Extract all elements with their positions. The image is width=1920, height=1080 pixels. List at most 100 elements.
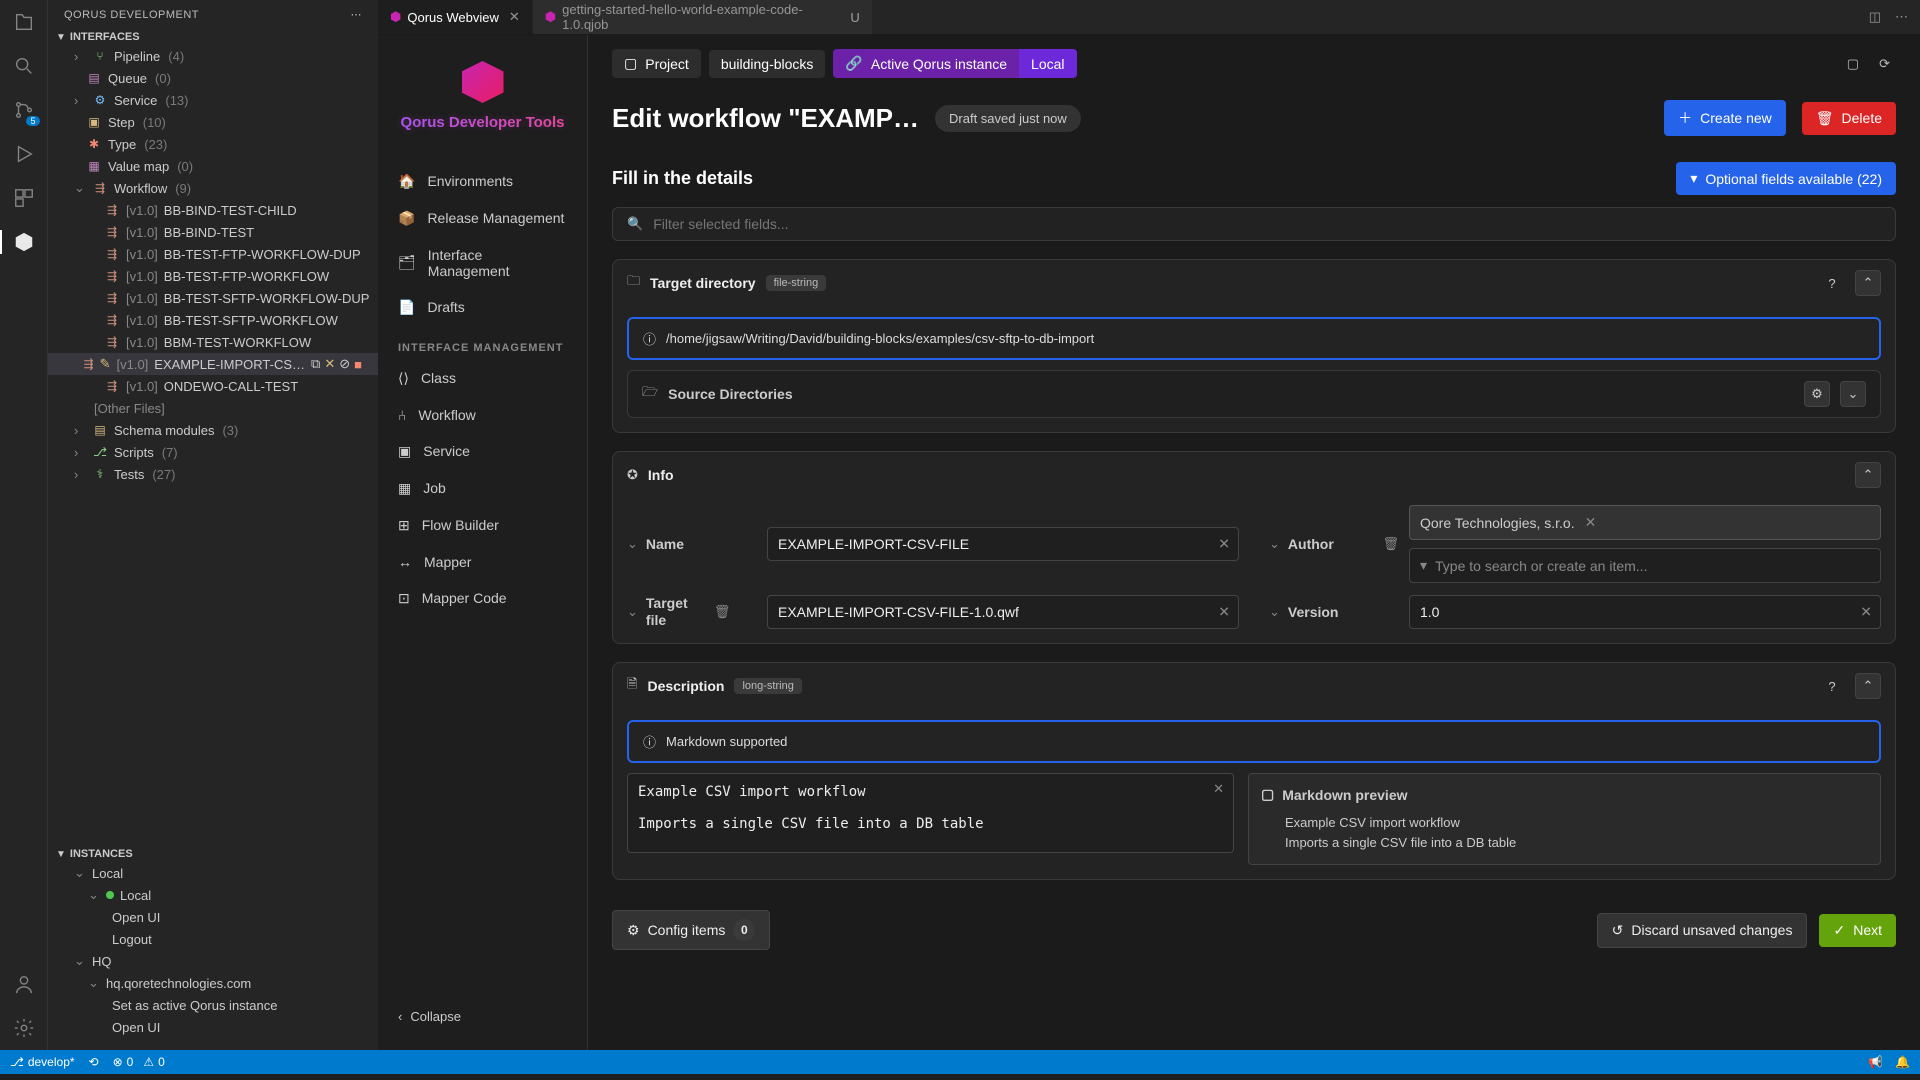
tree-item-type[interactable]: ✱Type(23) — [48, 133, 378, 155]
delete-button[interactable]: 🗑Delete — [1802, 102, 1896, 135]
crumb-active-instance[interactable]: 🔗Active Qorus instance Local — [833, 49, 1076, 78]
next-button[interactable]: ✓Next — [1819, 914, 1896, 947]
branch-indicator[interactable]: ⎇develop* — [10, 1055, 75, 1069]
explorer-icon[interactable] — [10, 8, 38, 36]
clear-icon[interactable]: ✕ — [1218, 536, 1230, 553]
instance-local-group[interactable]: ⌄Local — [48, 862, 378, 884]
qorus-icon[interactable] — [10, 228, 38, 256]
name-input[interactable]: EXAMPLE-IMPORT-CSV-FILE✕ — [767, 527, 1239, 561]
chevron-down-icon[interactable]: ⌄ — [627, 536, 638, 552]
tree-item-other-files[interactable]: [Other Files] — [48, 397, 378, 419]
instance-logout[interactable]: Logout — [48, 928, 378, 950]
source-control-icon[interactable]: 5 — [10, 96, 38, 124]
tree-item-wf-7[interactable]: ⇶✎[v1.0]EXAMPLE-IMPORT-CS…⧉✕⊘■ — [48, 353, 378, 375]
copy-icon[interactable]: ⧉ — [311, 356, 320, 372]
chevron-down-icon[interactable]: ⌄ — [1840, 381, 1866, 407]
clear-icon[interactable]: ✕ — [1213, 781, 1224, 797]
tab-qorus-webview[interactable]: ⬢ Qorus Webview ✕ — [378, 0, 533, 34]
collapse-icon[interactable]: ⌃ — [1855, 270, 1881, 296]
tree-item-wf-0[interactable]: ⇶[v1.0]BB-BIND-TEST-CHILD — [48, 199, 378, 221]
tree-item-wf-2[interactable]: ⇶[v1.0]BB-TEST-FTP-WORKFLOW-DUP — [48, 243, 378, 265]
settings-gear-icon[interactable] — [10, 1014, 38, 1042]
nav-mapper[interactable]: ↔Mapper — [378, 544, 587, 580]
instance-open-ui-2[interactable]: Open UI — [48, 1016, 378, 1038]
nav-mapper-code[interactable]: ⊡Mapper Code — [378, 580, 587, 617]
close-icon[interactable]: ✕ — [509, 9, 520, 25]
crumb-building-blocks[interactable]: building-blocks — [709, 50, 826, 78]
nav-collapse[interactable]: ‹Collapse — [378, 999, 587, 1034]
tree-item-step[interactable]: ▣Step(10) — [48, 111, 378, 133]
config-items-button[interactable]: ⚙ Config items 0 — [612, 910, 770, 950]
tree-item-workflow[interactable]: ⌄⇶Workflow(9) — [48, 177, 378, 199]
tree-item-queue[interactable]: ▤Queue(0) — [48, 67, 378, 89]
nav-environments[interactable]: 🏠Environments — [378, 163, 587, 200]
help-icon[interactable]: ? — [1819, 270, 1845, 296]
collapse-icon[interactable]: ⌃ — [1855, 673, 1881, 699]
search-icon[interactable] — [10, 52, 38, 80]
nav-class[interactable]: ⟨⟩Class — [378, 360, 587, 397]
bell-icon[interactable]: 🔔 — [1895, 1055, 1910, 1069]
tree-item-wf-1[interactable]: ⇶[v1.0]BB-BIND-TEST — [48, 221, 378, 243]
feedback-icon[interactable]: 📢 — [1868, 1055, 1883, 1069]
nav-job[interactable]: ▦Job — [378, 470, 587, 507]
create-new-button[interactable]: ＋Create new — [1664, 100, 1786, 136]
nav-drafts[interactable]: 📄Drafts — [378, 289, 587, 326]
target-file-input[interactable]: EXAMPLE-IMPORT-CSV-FILE-1.0.qwf✕ — [767, 595, 1239, 629]
instance-hq-group[interactable]: ⌄HQ — [48, 950, 378, 972]
more-actions-icon[interactable]: ⋯ — [1895, 9, 1908, 25]
gear-icon[interactable]: ⚙ — [1804, 381, 1830, 407]
instance-hq-url[interactable]: ⌄hq.qoretechnologies.com — [48, 972, 378, 994]
author-add-input[interactable]: ▾Type to search or create an item... — [1409, 548, 1881, 583]
source-directories-row[interactable]: 🗁 Source Directories ⚙ ⌄ — [627, 370, 1881, 418]
chevron-down-icon[interactable]: ⌄ — [1269, 536, 1280, 552]
close-icon[interactable]: ✕ — [324, 356, 335, 372]
remove-icon[interactable]: ✕ — [1585, 514, 1597, 531]
tree-item-wf-3[interactable]: ⇶[v1.0]BB-TEST-FTP-WORKFLOW — [48, 265, 378, 287]
tree-item-pipeline[interactable]: ›⑂Pipeline(4) — [48, 45, 378, 67]
trash-icon[interactable]: 🗑 — [1382, 536, 1399, 552]
account-icon[interactable] — [10, 970, 38, 998]
chevron-down-icon[interactable]: ⌄ — [1269, 604, 1280, 620]
tab-qjob-file[interactable]: ⬢ getting-started-hello-world-example-co… — [533, 0, 873, 34]
version-input[interactable]: 1.0✕ — [1409, 595, 1881, 629]
description-textarea[interactable] — [627, 773, 1234, 853]
instance-local[interactable]: ⌄Local — [48, 884, 378, 906]
filter-fields-input-wrap[interactable]: 🔍 — [612, 207, 1896, 241]
nav-service[interactable]: ▣Service — [378, 433, 587, 470]
tree-item-tests[interactable]: ›⚕Tests(27) — [48, 463, 378, 485]
collapse-icon[interactable]: ⌃ — [1855, 462, 1881, 488]
delete-icon[interactable]: ■ — [354, 357, 362, 372]
tree-item-wf-8[interactable]: ⇶[v1.0]ONDEWO-CALL-TEST — [48, 375, 378, 397]
more-icon[interactable]: ⋯ — [351, 8, 363, 21]
clear-icon[interactable]: ✕ — [1860, 604, 1872, 621]
crumb-project[interactable]: ▢Project — [612, 49, 701, 78]
chevron-down-icon[interactable]: ⌄ — [627, 604, 638, 620]
run-debug-icon[interactable] — [10, 140, 38, 168]
optional-fields-button[interactable]: ▾Optional fields available (22) — [1676, 162, 1896, 195]
section-instances[interactable]: ▼INSTANCES — [48, 846, 378, 862]
link-icon[interactable]: ⊘ — [339, 356, 350, 372]
nav-release-management[interactable]: 📦Release Management — [378, 200, 587, 237]
tree-item-valuemap[interactable]: ▦Value map(0) — [48, 155, 378, 177]
trash-icon[interactable]: 🗑 — [714, 604, 731, 620]
help-icon[interactable]: ? — [1819, 673, 1845, 699]
clear-icon[interactable]: ✕ — [1218, 604, 1230, 621]
nav-interface-management[interactable]: 🗂Interface Management — [378, 237, 587, 289]
nav-workflow[interactable]: ⑃Workflow — [378, 397, 587, 433]
author-chip[interactable]: Qore Technologies, s.r.o.✕ — [1409, 505, 1881, 540]
instance-open-ui[interactable]: Open UI — [48, 906, 378, 928]
tree-item-schema-modules[interactable]: ›▤Schema modules(3) — [48, 419, 378, 441]
extensions-icon[interactable] — [10, 184, 38, 212]
tree-item-service[interactable]: ›⚙Service(13) — [48, 89, 378, 111]
filter-fields-input[interactable] — [653, 216, 1881, 232]
problems-indicator[interactable]: ⊗0⚠0 — [113, 1055, 165, 1069]
discard-button[interactable]: ↺Discard unsaved changes — [1597, 913, 1808, 948]
tree-item-wf-6[interactable]: ⇶[v1.0]BBM-TEST-WORKFLOW — [48, 331, 378, 353]
instance-set-active[interactable]: Set as active Qorus instance — [48, 994, 378, 1016]
new-window-icon[interactable]: ▢ — [1841, 50, 1865, 78]
tree-item-scripts[interactable]: ›⎇Scripts(7) — [48, 441, 378, 463]
sync-indicator[interactable]: ⟲ — [89, 1055, 99, 1069]
refresh-icon[interactable]: ⟳ — [1873, 50, 1896, 78]
section-interfaces[interactable]: ▼INTERFACES — [48, 29, 378, 45]
tree-item-wf-5[interactable]: ⇶[v1.0]BB-TEST-SFTP-WORKFLOW — [48, 309, 378, 331]
